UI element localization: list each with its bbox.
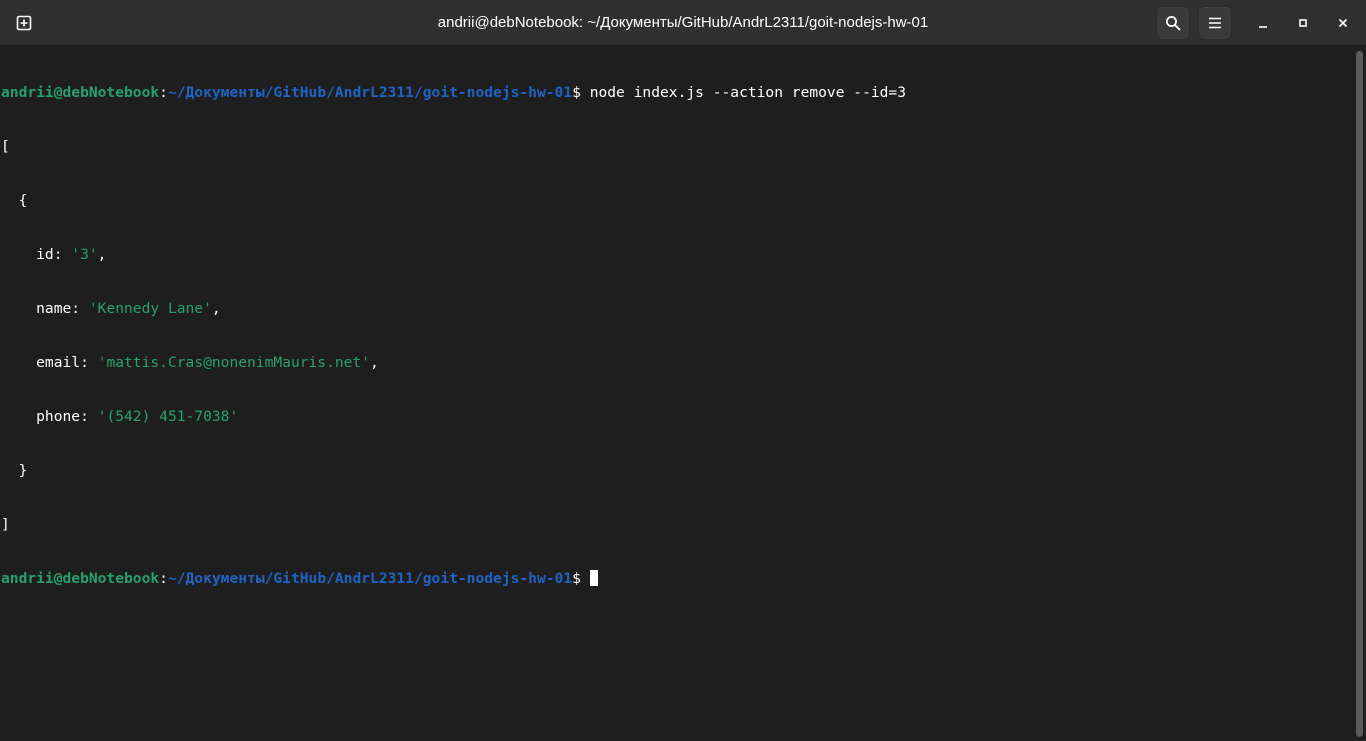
field-value: '(542) 451-7038' bbox=[97, 408, 239, 425]
prompt-colon: : bbox=[159, 570, 168, 587]
prompt-path: ~/Документы/GitHub/AndrL2311/goit-nodejs… bbox=[167, 84, 573, 101]
output-field-phone: phone: '(542) 451-7038' bbox=[1, 408, 1352, 426]
output-field-email: email: 'mattis.Cras@nonenimMauris.net', bbox=[1, 354, 1352, 372]
terminal-window: andrii@debNotebook: ~/Документы/GitHub/A… bbox=[0, 0, 1366, 741]
search-button[interactable] bbox=[1156, 6, 1190, 40]
field-tail: , bbox=[97, 246, 107, 263]
output-field-name: name: 'Kennedy Lane', bbox=[1, 300, 1352, 318]
maximize-icon bbox=[1297, 17, 1309, 29]
terminal-output[interactable]: andrii@debNotebook:~/Документы/GitHub/An… bbox=[0, 47, 1352, 741]
prompt-path: ~/Документы/GitHub/AndrL2311/goit-nodejs… bbox=[167, 570, 573, 587]
field-tail: , bbox=[370, 354, 379, 371]
close-icon bbox=[1337, 17, 1349, 29]
title-bar: andrii@debNotebook: ~/Документы/GitHub/A… bbox=[0, 0, 1366, 46]
minimize-button[interactable] bbox=[1246, 6, 1280, 40]
close-button[interactable] bbox=[1326, 6, 1360, 40]
field-key: email: bbox=[1, 354, 98, 371]
field-value: 'mattis.Cras@nonenimMauris.net' bbox=[97, 354, 371, 371]
scrollbar-thumb[interactable] bbox=[1356, 51, 1363, 737]
prompt-colon: : bbox=[159, 84, 168, 101]
new-tab-button[interactable] bbox=[7, 6, 41, 40]
output-open-brace: { bbox=[1, 192, 28, 209]
field-value: 'Kennedy Lane' bbox=[88, 300, 212, 317]
current-prompt-line[interactable]: andrii@debNotebook:~/Документы/GitHub/An… bbox=[1, 570, 1352, 588]
prompt-symbol: $ bbox=[572, 84, 590, 101]
field-tail: , bbox=[211, 300, 221, 317]
field-key: phone: bbox=[1, 408, 98, 425]
maximize-button[interactable] bbox=[1286, 6, 1320, 40]
output-close-brace: } bbox=[1, 462, 28, 479]
minimize-icon bbox=[1257, 17, 1269, 29]
command-text: node index.js --action remove --id=3 bbox=[589, 84, 907, 101]
text-cursor bbox=[589, 570, 598, 586]
output-close-bracket: ] bbox=[1, 516, 10, 533]
menu-button[interactable] bbox=[1198, 6, 1232, 40]
command-line: andrii@debNotebook:~/Документы/GitHub/An… bbox=[1, 84, 1352, 102]
new-tab-icon bbox=[16, 15, 32, 31]
output-field-id: id: '3', bbox=[1, 246, 1352, 264]
output-open-bracket: [ bbox=[1, 138, 10, 155]
prompt-user: andrii@debNotebook bbox=[1, 570, 160, 587]
search-icon bbox=[1165, 15, 1181, 31]
field-key: id: bbox=[1, 246, 72, 263]
hamburger-menu-icon bbox=[1208, 17, 1222, 29]
prompt-user: andrii@debNotebook bbox=[1, 84, 160, 101]
field-value: '3' bbox=[71, 246, 98, 263]
field-key: name: bbox=[1, 300, 89, 317]
scrollbar[interactable] bbox=[1352, 47, 1366, 741]
prompt-symbol: $ bbox=[572, 570, 590, 587]
